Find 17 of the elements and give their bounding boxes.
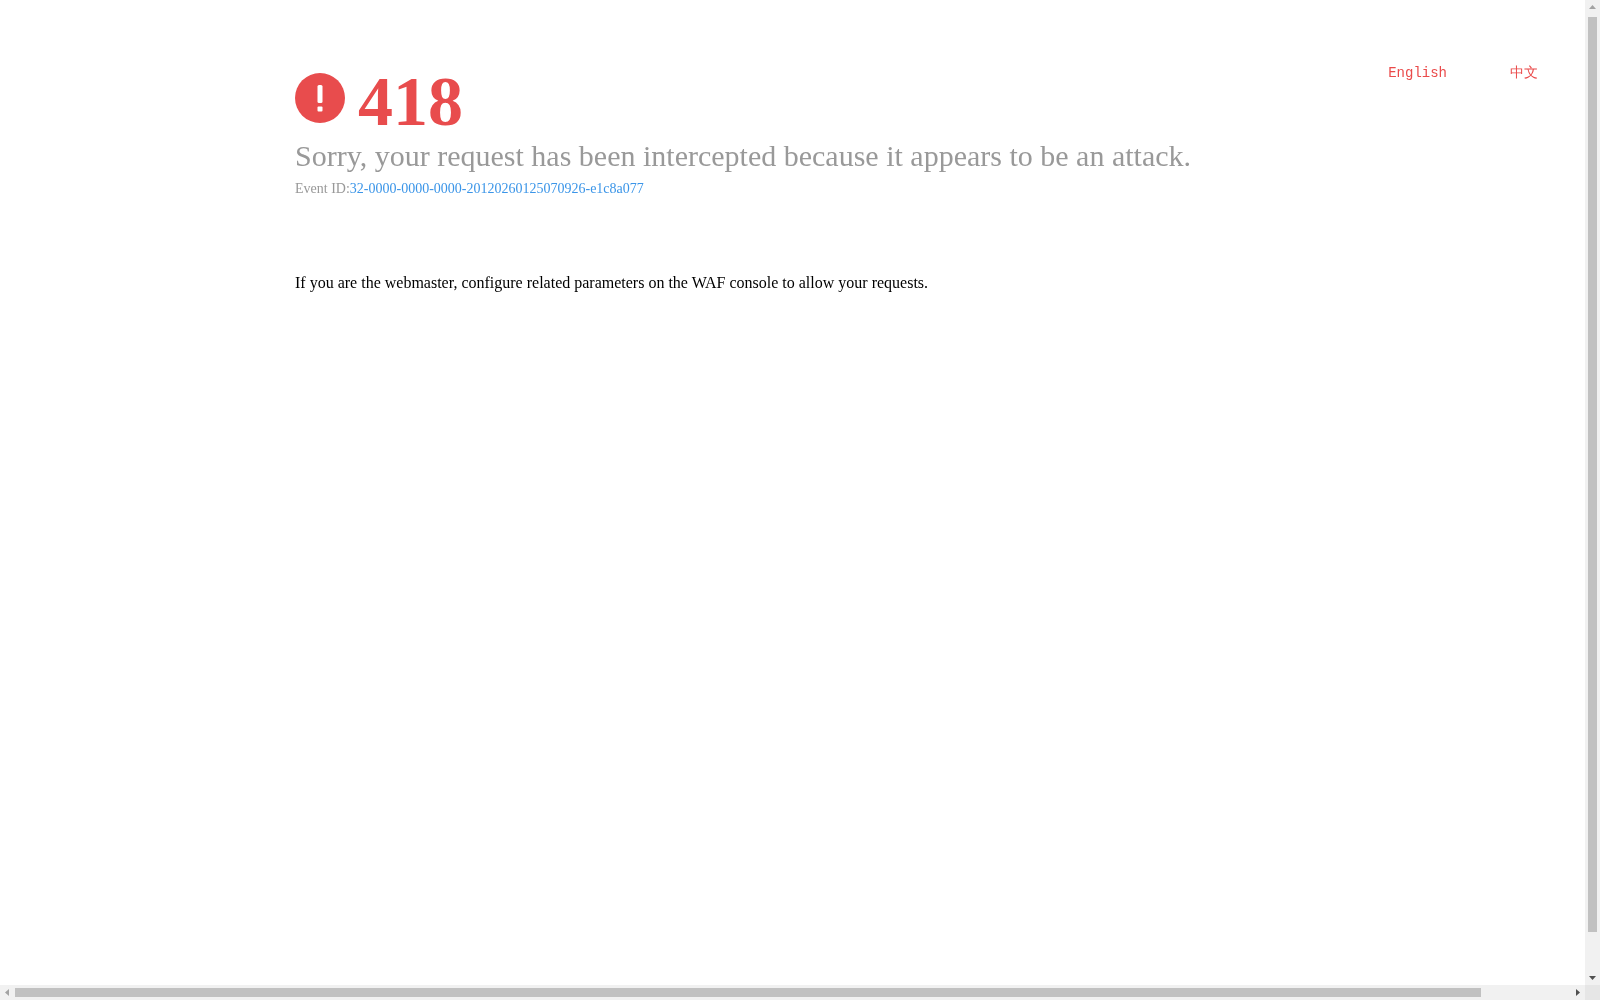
left-arrow-icon[interactable] [5,989,9,996]
right-arrow-icon[interactable] [1576,989,1580,996]
language-link[interactable]: English [1388,64,1447,82]
error-code: 418 [358,68,463,128]
scrollbar-thumb[interactable] [1588,17,1597,932]
vertical-scrollbar[interactable] [1585,0,1600,985]
event-id-label: Event ID: [295,180,350,198]
error-message: Sorry, your request has been intercepted because it appears to be an attack. [295,138,1192,174]
event-id-value: 32-0000-0000-0000-20120260125070926-e1c8a077 [349,180,644,198]
scrollbar-thumb[interactable] [15,988,1481,997]
down-arrow-icon[interactable] [1589,976,1596,980]
scrollbar-corner [1585,985,1600,1000]
horizontal-scrollbar[interactable] [0,985,1585,1000]
language-link[interactable]: 中文 [1510,64,1538,82]
exclamation-icon [295,73,345,123]
up-arrow-icon[interactable] [1589,5,1596,9]
webmaster-note: If you are the webmaster, configure related parameters on the WAF console to allow your requests. [295,273,930,293]
